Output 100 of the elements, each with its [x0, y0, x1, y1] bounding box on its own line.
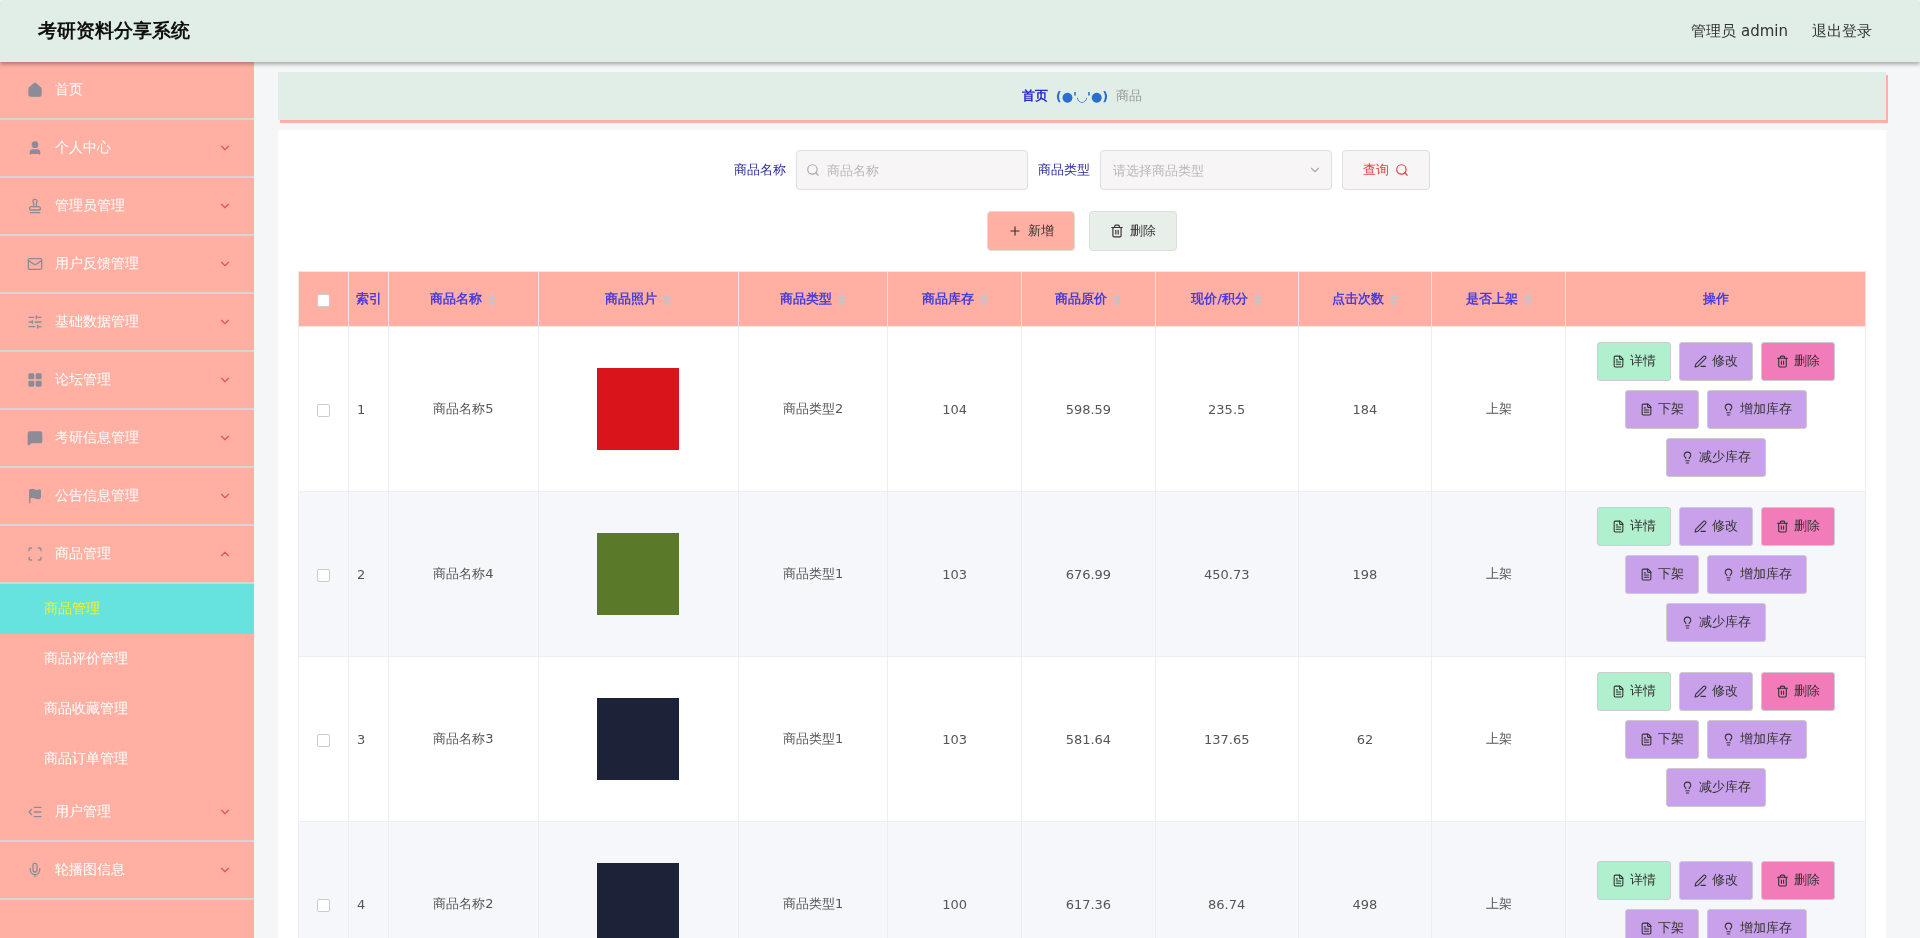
column-header[interactable]: 商品名称	[388, 271, 539, 327]
app-title: 考研资料分享系统	[38, 18, 190, 43]
column-header[interactable]: 现价/积分	[1155, 271, 1299, 327]
menu-icon	[27, 256, 43, 272]
down-button[interactable]: 下架	[1624, 389, 1699, 429]
delete-button[interactable]: 删除	[1760, 860, 1835, 900]
add-button[interactable]: 增加库存	[1706, 719, 1807, 759]
sort-icon[interactable]	[663, 293, 672, 306]
menu-icon	[27, 140, 43, 156]
table-cell: 184	[1298, 326, 1432, 492]
table-cell: 商品名称4	[388, 491, 539, 657]
pen-icon	[1693, 354, 1707, 368]
menu-icon	[27, 314, 43, 330]
menu-icon	[27, 546, 43, 562]
detail-button[interactable]: 详情	[1596, 671, 1671, 711]
detail-button[interactable]: 详情	[1596, 506, 1671, 546]
edit-button[interactable]: 修改	[1678, 341, 1753, 381]
column-header[interactable]: 点击次数	[1298, 271, 1432, 327]
column-header[interactable]: 商品类型	[738, 271, 888, 327]
document-icon	[1611, 519, 1625, 533]
menu-icon	[27, 804, 43, 820]
table-cell: 商品类型1	[738, 491, 888, 657]
column-header: 索引	[348, 271, 389, 327]
reduce-button[interactable]: 减少库存	[1665, 602, 1766, 642]
document-icon	[1639, 567, 1653, 581]
table-cell: 上架	[1431, 491, 1566, 657]
table-cell: 商品类型2	[738, 326, 888, 492]
edit-button[interactable]: 修改	[1678, 860, 1753, 900]
sort-icon[interactable]	[488, 293, 497, 306]
column-header[interactable]: 是否上架	[1431, 271, 1566, 327]
sort-icon[interactable]	[1254, 293, 1263, 306]
sort-icon[interactable]	[1389, 293, 1398, 306]
table-cell: 104	[887, 326, 1022, 492]
table-cell: 4	[348, 821, 389, 938]
table-cell: 86.74	[1155, 821, 1299, 938]
add-button[interactable]: 新增	[987, 211, 1075, 251]
trash-icon	[1775, 873, 1789, 887]
breadcrumb-current: 商品	[1116, 87, 1143, 105]
trash-icon	[1775, 684, 1789, 698]
table-cell: 上架	[1431, 821, 1566, 938]
name-search-field[interactable]: 商品名称	[796, 150, 1028, 190]
down-button[interactable]: 下架	[1624, 554, 1699, 594]
trash-icon	[1775, 354, 1789, 368]
edit-button[interactable]: 修改	[1678, 671, 1753, 711]
search-icon	[806, 163, 820, 177]
column-header[interactable]: 商品库存	[887, 271, 1022, 327]
table-cell: 581.64	[1021, 656, 1156, 822]
menu-icon	[27, 198, 43, 214]
table-cell: 198	[1298, 491, 1432, 657]
edit-button[interactable]: 修改	[1678, 506, 1753, 546]
column-header[interactable]: 商品照片	[538, 271, 739, 327]
sort-icon[interactable]	[838, 293, 847, 306]
table-cell: 商品类型1	[738, 821, 888, 938]
down-button[interactable]: 下架	[1624, 719, 1699, 759]
menu-icon	[27, 862, 43, 878]
document-icon	[1611, 873, 1625, 887]
document-icon	[1639, 921, 1653, 935]
delete-button[interactable]: 删除	[1760, 506, 1835, 546]
user-name: 管理员 admin	[1691, 21, 1788, 41]
table-cell: 103	[887, 656, 1022, 822]
row-checkbox[interactable]	[317, 568, 330, 582]
query-button[interactable]: 查询	[1342, 150, 1430, 190]
down-button[interactable]: 下架	[1624, 908, 1699, 938]
field-label: 商品名称	[734, 161, 786, 179]
reduce-button[interactable]: 减少库存	[1665, 437, 1766, 477]
menu-icon	[27, 372, 43, 388]
table-cell: 2	[348, 491, 389, 657]
table-cell: 3	[348, 656, 389, 822]
select-all-checkbox[interactable]	[317, 293, 330, 307]
pen-icon	[1693, 519, 1707, 533]
table-cell: 598.59	[1021, 326, 1156, 492]
pen-icon	[1693, 684, 1707, 698]
breadcrumb-home[interactable]: 首页	[1021, 87, 1048, 105]
table-cell: 103	[887, 491, 1022, 657]
column-header[interactable]: 商品原价	[1021, 271, 1156, 327]
table-cell: 676.99	[1021, 491, 1156, 657]
table-cell: 商品名称2	[388, 821, 539, 938]
document-icon	[1639, 402, 1653, 416]
row-checkbox[interactable]	[317, 403, 330, 417]
table-cell: 100	[887, 821, 1022, 938]
delete-button[interactable]: 删除	[1089, 211, 1177, 251]
reduce-button[interactable]: 减少库存	[1665, 767, 1766, 807]
row-checkbox[interactable]	[317, 733, 330, 747]
add-button[interactable]: 增加库存	[1706, 389, 1807, 429]
detail-button[interactable]: 详情	[1596, 341, 1671, 381]
field-label: 商品类型	[1038, 161, 1090, 179]
type-select[interactable]: 请选择商品类型	[1100, 150, 1332, 190]
logout-link[interactable]: 退出登录	[1812, 21, 1872, 41]
delete-button[interactable]: 删除	[1760, 671, 1835, 711]
row-checkbox[interactable]	[317, 898, 330, 912]
sort-icon[interactable]	[1523, 293, 1532, 306]
document-icon	[1611, 354, 1625, 368]
document-icon	[1611, 684, 1625, 698]
sort-icon[interactable]	[979, 293, 988, 306]
delete-button[interactable]: 删除	[1760, 341, 1835, 381]
sort-icon[interactable]	[1113, 293, 1122, 306]
add-button[interactable]: 增加库存	[1706, 908, 1807, 938]
add-button[interactable]: 增加库存	[1706, 554, 1807, 594]
detail-button[interactable]: 详情	[1596, 860, 1671, 900]
table-cell: 上架	[1431, 326, 1566, 492]
